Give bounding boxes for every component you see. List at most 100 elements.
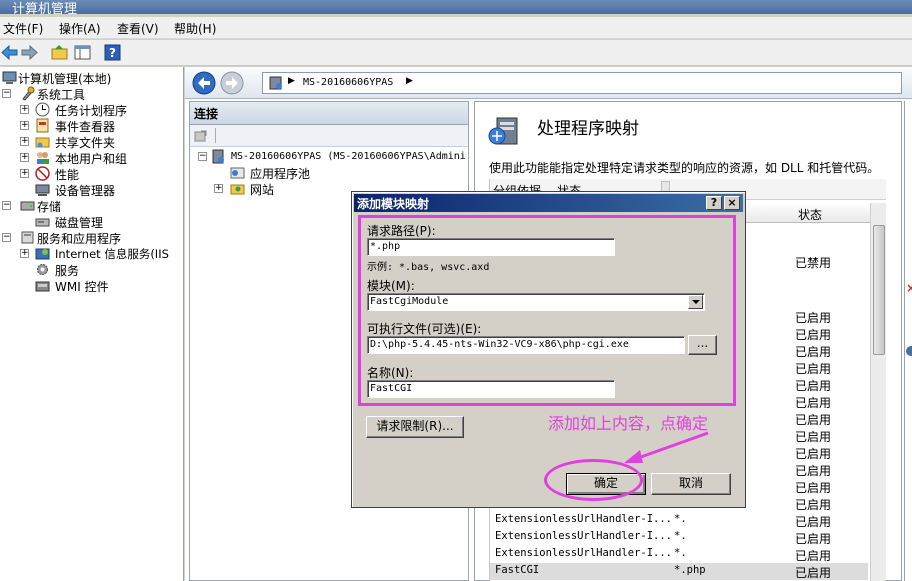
tree-item-iis[interactable]: + Internet 信息服务(IIS <box>20 246 184 262</box>
table-cell-name: ExtensionlessUrlHandler-I... <box>495 530 673 542</box>
menu-file[interactable]: 文件(F) <box>3 20 43 37</box>
event-viewer-icon <box>36 118 49 133</box>
window-title: 计算机管理 <box>12 2 78 17</box>
menu-view[interactable]: 查看(V) <box>117 20 159 37</box>
tree-item-storage[interactable]: − 存储 <box>2 198 182 214</box>
conn-item-server[interactable]: − MS-20160606YPAS (MS-20160606YPAS\Admin… <box>198 149 468 165</box>
table-cell-state: 已启用 <box>795 481 832 495</box>
remove-icon[interactable]: × <box>906 281 912 295</box>
tree-item-system-tools[interactable]: − 系统工具 <box>2 86 182 102</box>
connections-header: 连接 <box>190 102 468 125</box>
table-row[interactable]: ExtensionlessUrlHandler-I... *. 已启用 <box>490 546 868 563</box>
connect-icon[interactable] <box>193 128 209 144</box>
breadcrumb-sep-icon: ▶ <box>406 76 413 86</box>
table-cell-state: 已启用 <box>795 498 832 512</box>
back-button-icon[interactable] <box>192 71 216 95</box>
dialog-close-button[interactable]: × <box>724 196 740 210</box>
feature-title: 处理程序映射 <box>537 119 639 139</box>
shared-folder-icon <box>35 137 50 148</box>
vertical-scrollbar[interactable] <box>870 203 886 581</box>
tree-item-disk-management[interactable]: 磁盘管理 <box>20 214 182 230</box>
tree-item-performance[interactable]: + 性能 <box>20 166 182 182</box>
tree-item-services-apps[interactable]: − 服务和应用程序 <box>2 230 182 246</box>
annotation-ok-ellipse <box>544 459 643 501</box>
table-cell-state: 已启用 <box>795 328 832 342</box>
table-cell-state: 已启用 <box>795 379 832 393</box>
table-cell-path: *.php <box>674 564 706 576</box>
breadcrumb-sep-icon: ▶ <box>288 76 295 86</box>
expand-icon[interactable]: + <box>20 137 29 146</box>
help-icon[interactable]: ? <box>103 43 122 62</box>
table-cell-path: *. <box>674 530 687 542</box>
tree-item-device-manager[interactable]: 设备管理器 <box>20 182 182 198</box>
tree-item-local-users[interactable]: + 本地用户和组 <box>20 150 182 166</box>
menu-bar: 文件(F) 操作(A) 查看(V) 帮助(H) <box>0 17 912 39</box>
expand-icon[interactable]: + <box>20 121 29 130</box>
tree-item-event-viewer[interactable]: + 事件查看器 <box>20 118 182 134</box>
show-hide-tree-icon[interactable] <box>73 43 92 62</box>
request-restrictions-button[interactable]: 请求限制(R)... <box>366 416 464 438</box>
expand-icon[interactable]: + <box>214 184 223 193</box>
expand-icon[interactable]: + <box>20 153 29 162</box>
conn-item-app-pools[interactable]: 应用程序池 <box>230 165 430 181</box>
expand-icon[interactable]: + <box>20 169 29 178</box>
tree-item-root[interactable]: 计算机管理(本地) <box>2 70 182 86</box>
table-cell-state: 已禁用 <box>795 256 832 270</box>
handler-mappings-icon <box>488 117 518 145</box>
column-header-state[interactable]: 状态 <box>798 206 822 223</box>
collapse-icon[interactable]: − <box>2 201 11 210</box>
tree-item-wmi[interactable]: WMI 控件 <box>20 278 182 294</box>
help-action-icon[interactable] <box>906 346 912 356</box>
table-cell-path: *. <box>674 547 687 559</box>
table-cell-name: FastCGI <box>495 564 540 576</box>
sites-folder-icon <box>230 184 245 195</box>
wmi-icon <box>35 281 50 292</box>
tree-item-task-scheduler[interactable]: + 任务计划程序 <box>20 102 182 118</box>
table-row[interactable]: ExtensionlessUrlHandler-I... *. 已启用 <box>490 512 868 529</box>
table-cell-state: 已启用 <box>795 532 832 546</box>
actions-panel: × <box>904 101 912 581</box>
up-folder-icon[interactable] <box>50 43 69 62</box>
table-row[interactable]: ExtensionlessUrlHandler-I... *. 已启用 <box>490 529 868 546</box>
collapse-icon[interactable]: − <box>198 152 207 161</box>
table-cell-state: 已启用 <box>795 515 832 529</box>
table-row[interactable]: FastCGI *.php 已启用 <box>490 563 868 580</box>
gear-icon <box>37 264 48 275</box>
expand-icon[interactable]: + <box>20 105 29 114</box>
collapse-icon[interactable]: − <box>2 233 11 242</box>
table-cell-state: 已启用 <box>795 566 832 580</box>
toolbar-divider <box>215 128 216 143</box>
tools-icon <box>22 86 35 101</box>
menu-action[interactable]: 操作(A) <box>59 20 101 37</box>
tree-item-services[interactable]: 服务 <box>20 262 182 278</box>
forward-arrow-icon[interactable] <box>20 43 39 62</box>
toolbar: ? <box>0 40 912 66</box>
table-cell-path: *. <box>674 513 687 525</box>
dialog-help-button[interactable]: ? <box>706 196 722 210</box>
table-cell-state: 已启用 <box>795 362 832 376</box>
iis-icon <box>35 248 50 260</box>
dialog-title: 添加模块映射 <box>357 197 430 211</box>
server-icon <box>269 76 282 90</box>
address-bar: ▶ MS-20160606YPAS ▶ <box>185 67 912 99</box>
back-arrow-icon[interactable] <box>0 43 19 62</box>
app-pool-icon <box>230 167 245 179</box>
tree-item-shared-folders[interactable]: + 共享文件夹 <box>20 134 182 150</box>
annotation-highlight-box <box>358 215 736 406</box>
address-field[interactable]: ▶ MS-20160606YPAS ▶ <box>262 72 902 94</box>
clock-icon <box>35 102 50 117</box>
table-cell-state: 已启用 <box>795 345 832 359</box>
users-icon <box>37 152 49 164</box>
table-cell-state: 已启用 <box>795 549 832 563</box>
cancel-button[interactable]: 取消 <box>651 473 731 495</box>
dialog-title-bar[interactable]: 添加模块映射 ? × <box>354 194 743 212</box>
table-cell-state: 已启用 <box>795 430 832 444</box>
forward-button-icon[interactable] <box>220 71 244 95</box>
menu-help[interactable]: 帮助(H) <box>174 20 216 37</box>
window-title-bar[interactable]: 计算机管理 <box>0 0 912 17</box>
expand-icon[interactable]: + <box>20 249 29 258</box>
scrollbar-thumb[interactable] <box>873 225 885 355</box>
collapse-icon[interactable]: − <box>2 89 11 98</box>
table-cell-name: ExtensionlessUrlHandler-I... <box>495 513 673 525</box>
breadcrumb-server[interactable]: MS-20160606YPAS <box>303 77 393 88</box>
